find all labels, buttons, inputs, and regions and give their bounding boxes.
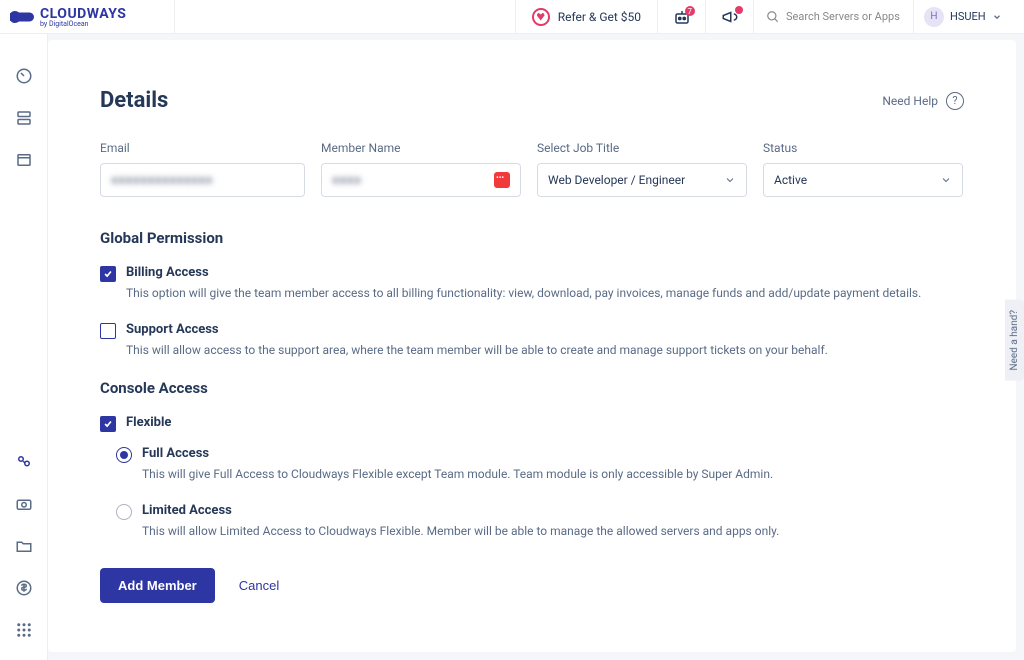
limited-access-desc: This will allow Limited Access to Cloudw… (142, 522, 779, 540)
gauge-icon (15, 67, 33, 85)
check-icon (103, 269, 113, 279)
support-access-checkbox[interactable] (100, 323, 116, 339)
heart-icon (532, 8, 550, 26)
team-icon (15, 453, 33, 471)
billing-access-title: Billing Access (126, 265, 921, 280)
refer-link[interactable]: Refer & Get $50 (515, 0, 658, 33)
email-field[interactable]: ■■■■■■■■■■■■■■ (100, 163, 305, 197)
page-title: Details (100, 88, 168, 113)
chevron-down-icon (724, 174, 736, 186)
chatbot-button[interactable]: 7 (658, 0, 706, 33)
left-nav (0, 34, 48, 660)
job-title-select[interactable]: Web Developer / Engineer (537, 163, 747, 197)
status-select[interactable]: Active (763, 163, 963, 197)
full-access-title: Full Access (142, 446, 773, 461)
add-member-button[interactable]: Add Member (100, 568, 215, 603)
check-icon (103, 419, 113, 429)
nav-projects[interactable] (12, 534, 36, 558)
status-label: Status (763, 141, 963, 155)
cancel-button[interactable]: Cancel (239, 578, 279, 593)
window-icon (15, 151, 33, 169)
search-placeholder: Search Servers or Apps (786, 10, 900, 23)
logo[interactable]: CLOUDWAYS by DigitalOcean (0, 0, 175, 33)
nav-grid[interactable] (12, 618, 36, 642)
limited-access-title: Limited Access (142, 503, 779, 518)
search-icon (766, 10, 780, 24)
help-icon: ? (946, 92, 964, 110)
nav-billing[interactable] (12, 576, 36, 600)
member-name-field[interactable]: ■■■■ (321, 163, 521, 197)
announcements-button[interactable] (706, 0, 754, 33)
nav-apps[interactable] (12, 148, 36, 172)
cloudways-logo-icon (10, 6, 40, 28)
member-name-label: Member Name (321, 141, 521, 155)
status-value: Active (774, 173, 807, 187)
console-access-heading: Console Access (100, 379, 964, 397)
help-tab[interactable]: Need a hand? (1005, 300, 1024, 381)
job-title-value: Web Developer / Engineer (548, 173, 685, 187)
full-access-desc: This will give Full Access to Cloudways … (142, 465, 773, 483)
chevron-down-icon (992, 12, 1002, 22)
user-menu[interactable]: H HSUEH (914, 0, 1024, 33)
nav-monitoring[interactable] (12, 492, 36, 516)
billing-access-checkbox[interactable] (100, 266, 116, 282)
main-panel: Details Need Help ? Email ■■■■■■■■■■■■■■… (48, 40, 1016, 652)
full-access-radio[interactable] (116, 447, 132, 463)
flexible-checkbox[interactable] (100, 416, 116, 432)
support-access-desc: This will allow access to the support ar… (126, 341, 828, 359)
announce-dot (735, 6, 743, 14)
grid-icon (15, 621, 33, 639)
chevron-down-icon (940, 174, 952, 186)
job-title-label: Select Job Title (537, 141, 747, 155)
refer-label: Refer & Get $50 (558, 10, 641, 24)
email-label: Email (100, 141, 305, 155)
nav-dashboard[interactable] (12, 64, 36, 88)
billing-access-desc: This option will give the team member ac… (126, 284, 921, 302)
dollar-icon (15, 579, 33, 597)
limited-access-radio[interactable] (116, 504, 132, 520)
lastpass-icon[interactable] (494, 172, 510, 188)
need-help-label: Need Help (882, 94, 938, 108)
camera-icon (15, 495, 33, 513)
avatar: H (924, 7, 944, 27)
nav-team[interactable] (12, 450, 36, 474)
support-access-title: Support Access (126, 322, 828, 337)
global-permission-heading: Global Permission (100, 229, 964, 247)
folder-icon (15, 537, 33, 555)
server-icon (15, 109, 33, 127)
nav-servers[interactable] (12, 106, 36, 130)
need-help-link[interactable]: Need Help ? (882, 92, 964, 110)
topbar: CLOUDWAYS by DigitalOcean Refer & Get $5… (0, 0, 1024, 34)
user-name: HSUEH (950, 10, 986, 23)
notif-badge: 7 (685, 6, 696, 16)
search-input[interactable]: Search Servers or Apps (754, 0, 914, 33)
flexible-title: Flexible (126, 415, 171, 430)
